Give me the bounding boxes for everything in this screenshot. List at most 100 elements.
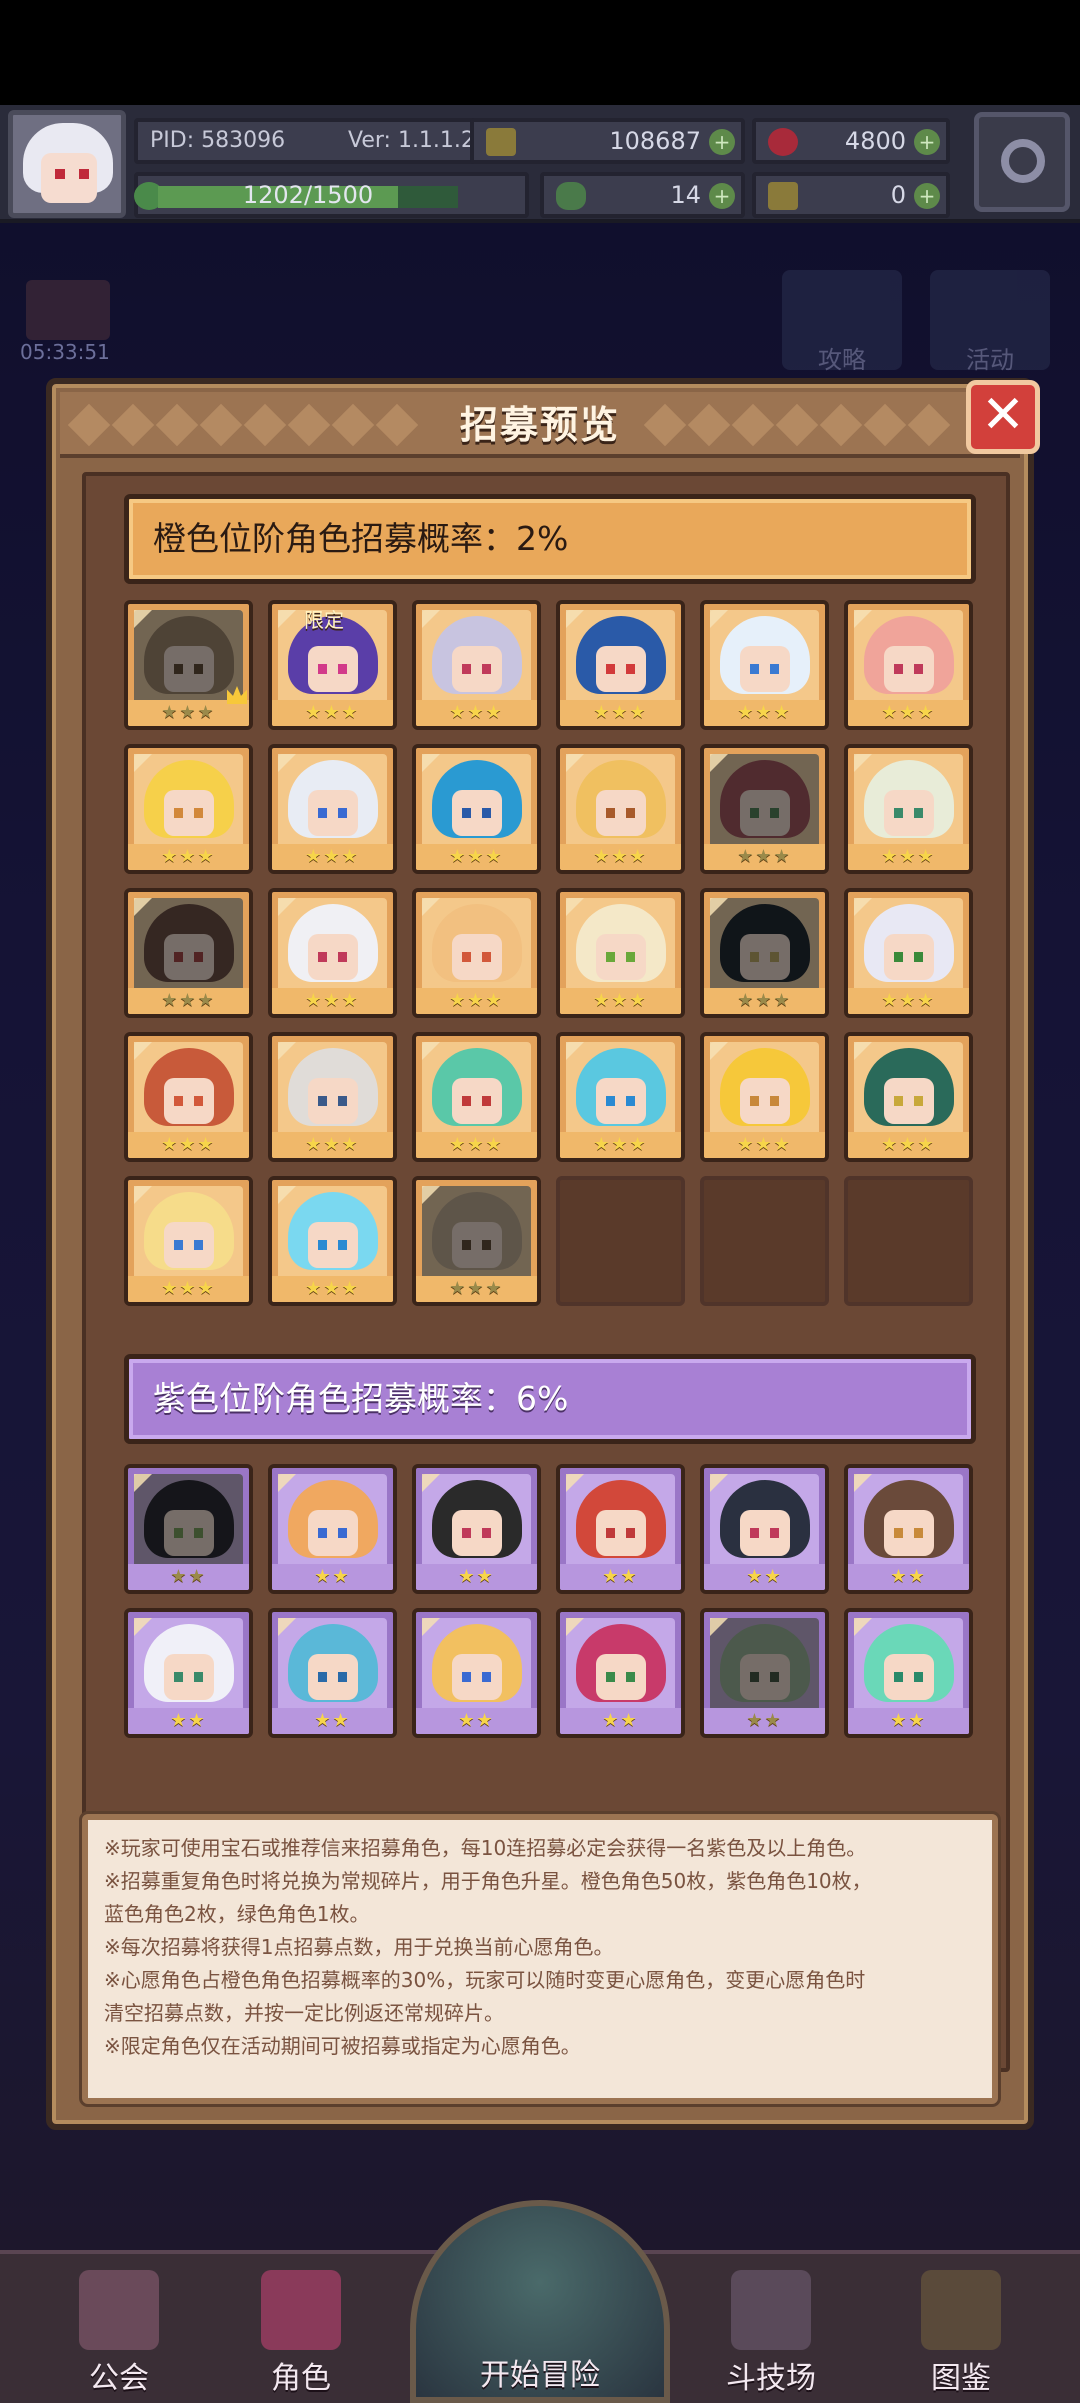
orange-character-card[interactable]: ★★★ 限定 xyxy=(268,600,397,730)
purple-character-grid: ★★ ★★ ★★ ★★ ★★ ★★ ★★ ★★ ★★ ★★ ★★ ★★ xyxy=(124,1464,973,1738)
character-portrait xyxy=(278,1474,387,1568)
orange-character-card[interactable]: ★★★ xyxy=(700,600,829,730)
gold-coin-icon xyxy=(486,128,516,156)
orange-character-card[interactable]: ★★★ xyxy=(124,1032,253,1162)
character-portrait xyxy=(566,754,675,848)
purple-character-card[interactable]: ★★ xyxy=(844,1464,973,1594)
purple-character-card[interactable]: ★★ xyxy=(412,1608,541,1738)
settings-button[interactable] xyxy=(974,112,1070,212)
purple-character-card[interactable]: ★★ xyxy=(124,1608,253,1738)
character-portrait xyxy=(854,754,963,848)
orange-character-card[interactable]: ★★★ xyxy=(556,744,685,874)
player-avatar[interactable] xyxy=(8,110,126,218)
nav-guild-label: 公会 xyxy=(89,2361,149,2396)
add-clover-button[interactable]: + xyxy=(709,183,735,209)
character-portrait xyxy=(278,754,387,848)
star-rating: ★★★ xyxy=(848,844,969,870)
purple-character-card[interactable]: ★★ xyxy=(556,1464,685,1594)
orange-character-card[interactable]: ★★★ xyxy=(412,888,541,1018)
nav-characters[interactable]: 角色 xyxy=(226,2250,376,2403)
close-icon: ✕ xyxy=(981,385,1025,445)
empty-slot xyxy=(844,1176,973,1306)
orange-character-card[interactable]: ★★★ xyxy=(844,888,973,1018)
empty-slot xyxy=(700,1176,829,1306)
nav-arena[interactable]: 斗技场 xyxy=(696,2250,846,2403)
orange-character-card[interactable]: ★★★ xyxy=(412,1176,541,1306)
character-portrait xyxy=(422,1474,531,1568)
orange-character-card[interactable]: ★★★ xyxy=(844,744,973,874)
orange-character-card[interactable]: ★★★ xyxy=(844,1032,973,1162)
orange-character-card[interactable]: ★★★ xyxy=(700,888,829,1018)
character-portrait xyxy=(278,1618,387,1712)
star-rating: ★★ xyxy=(128,1708,249,1734)
purple-character-card[interactable]: ★★ xyxy=(124,1464,253,1594)
character-portrait xyxy=(566,898,675,992)
orange-character-card[interactable]: ★★★ xyxy=(412,600,541,730)
recruit-preview-dialog: 招募预览 ✕ 橙色位阶角色招募概率：2% ★★★ ★★★ 限定 ★★★ ★★★ ★★★ ★★… xyxy=(46,378,1040,2130)
star-rating: ★★★ xyxy=(272,844,393,870)
star-rating: ★★★ xyxy=(848,700,969,726)
ticket-value: 0 xyxy=(890,181,906,209)
character-portrait xyxy=(134,1618,243,1712)
orange-character-card[interactable]: ★★★ xyxy=(268,1176,397,1306)
purple-character-card[interactable]: ★★ xyxy=(268,1608,397,1738)
nav-guild[interactable]: 公会 xyxy=(44,2250,194,2403)
orange-character-card[interactable]: ★★★ xyxy=(412,744,541,874)
purple-character-card[interactable]: ★★ xyxy=(268,1464,397,1594)
character-portrait xyxy=(134,898,243,992)
dialog-header: 招募预览 xyxy=(60,392,1020,458)
star-rating: ★★★ xyxy=(560,700,681,726)
orange-character-card[interactable]: ★★★ xyxy=(556,600,685,730)
orange-character-card[interactable]: ★★★ xyxy=(268,888,397,1018)
purple-character-card[interactable]: ★★ xyxy=(700,1608,829,1738)
star-rating: ★★★ xyxy=(416,700,537,726)
character-portrait xyxy=(566,1474,675,1568)
star-rating: ★★ xyxy=(416,1564,537,1590)
add-ticket-button[interactable]: + xyxy=(914,183,940,209)
character-portrait xyxy=(566,1618,675,1712)
star-rating: ★★★ xyxy=(848,988,969,1014)
purple-character-card[interactable]: ★★ xyxy=(700,1464,829,1594)
purple-character-card[interactable]: ★★ xyxy=(556,1608,685,1738)
character-portrait xyxy=(134,754,243,848)
star-rating: ★★★ xyxy=(704,844,825,870)
orange-character-card[interactable]: ★★★ xyxy=(700,744,829,874)
status-bar xyxy=(0,0,1080,105)
gem-value: 4800 xyxy=(844,127,906,155)
orange-character-card[interactable]: ★★★ xyxy=(844,600,973,730)
stamina-panel: 1202/1500 xyxy=(134,172,529,218)
gear-icon xyxy=(1001,139,1045,183)
star-rating: ★★★ xyxy=(416,1132,537,1158)
limited-badge: 限定 xyxy=(304,608,344,632)
purple-character-card[interactable]: ★★ xyxy=(844,1608,973,1738)
nav-characters-label: 角色 xyxy=(271,2361,331,2396)
nav-codex[interactable]: 图鉴 xyxy=(886,2250,1036,2403)
rule-line: ※限定角色仅在活动期间可被招募或指定为心愿角色。 xyxy=(104,2034,581,2058)
orange-character-card[interactable]: ★★★ xyxy=(124,888,253,1018)
orange-character-card[interactable]: ★★★ xyxy=(556,1032,685,1162)
version-label: Ver: 1.1.1.2 xyxy=(348,128,475,153)
orange-character-card[interactable]: ★★★ xyxy=(124,600,253,730)
orange-character-card[interactable]: ★★★ xyxy=(268,744,397,874)
star-rating: ★★ xyxy=(272,1564,393,1590)
orange-character-card[interactable]: ★★★ xyxy=(124,1176,253,1306)
orange-character-card[interactable]: ★★★ xyxy=(124,744,253,874)
star-rating: ★★★ xyxy=(128,988,249,1014)
orange-character-card[interactable]: ★★★ xyxy=(556,888,685,1018)
orange-character-card[interactable]: ★★★ xyxy=(412,1032,541,1162)
close-button[interactable]: ✕ xyxy=(966,380,1040,454)
purple-character-card[interactable]: ★★ xyxy=(412,1464,541,1594)
add-gold-button[interactable]: + xyxy=(709,129,735,155)
character-portrait xyxy=(854,610,963,704)
stamina-value: 1202/1500 xyxy=(242,181,374,209)
character-portrait xyxy=(134,1042,243,1136)
add-gem-button[interactable]: + xyxy=(914,129,940,155)
star-rating: ★★★ xyxy=(128,1276,249,1302)
player-id-panel: PID: 583096 Ver: 1.1.1.2 xyxy=(134,118,494,164)
orange-character-card[interactable]: ★★★ xyxy=(268,1032,397,1162)
rule-line: ※心愿角色占橙色角色招募概率的30%，玩家可以随时变更心愿角色，变更心愿角色时 xyxy=(104,1968,866,1992)
orange-character-card[interactable]: ★★★ xyxy=(700,1032,829,1162)
gold-counter: 108687 + xyxy=(470,118,745,164)
orange-character-grid: ★★★ ★★★ 限定 ★★★ ★★★ ★★★ ★★★ ★★★ ★★★ ★★★ ★★★ ★★★ ★★★ ★★… xyxy=(124,600,973,1306)
star-rating: ★★★ xyxy=(560,988,681,1014)
